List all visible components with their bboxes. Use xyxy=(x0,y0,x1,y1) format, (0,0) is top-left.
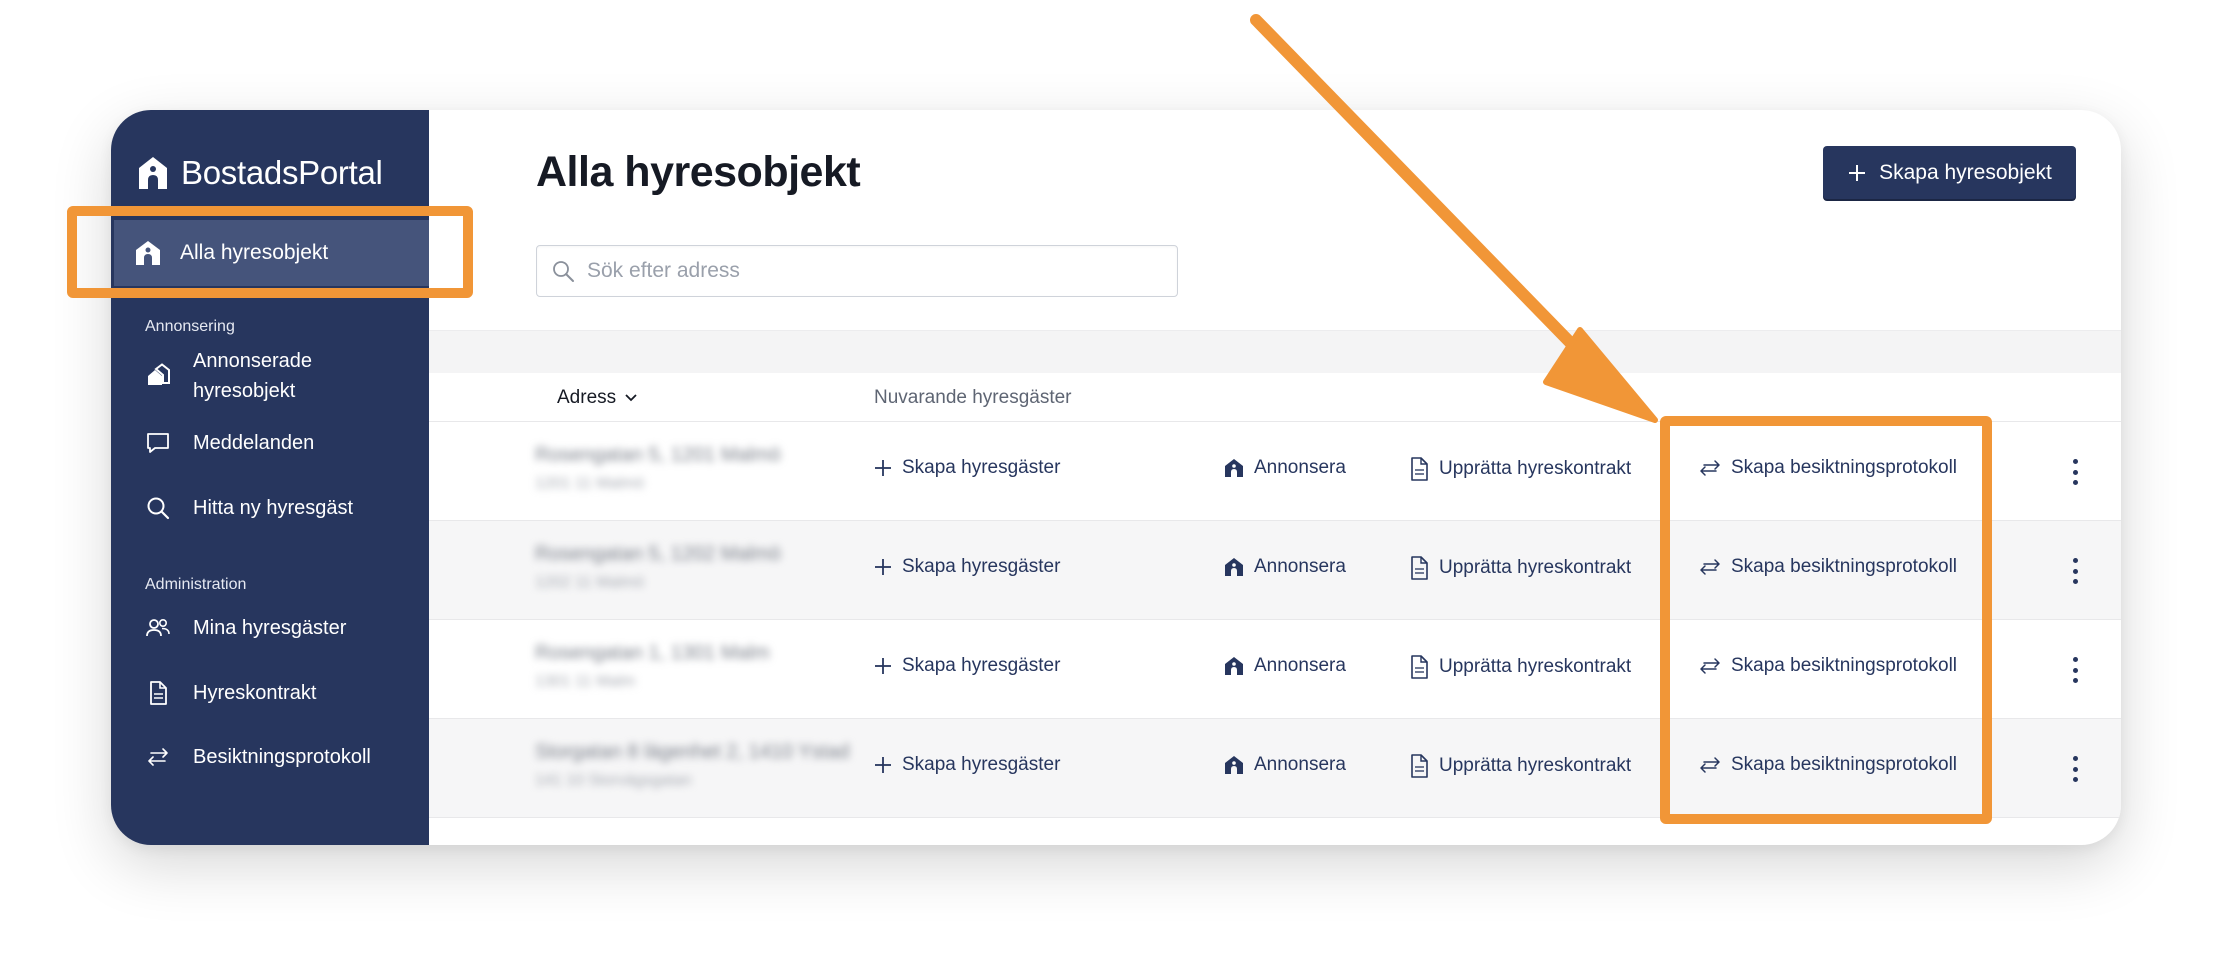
annotation-arrow xyxy=(1250,14,1658,423)
